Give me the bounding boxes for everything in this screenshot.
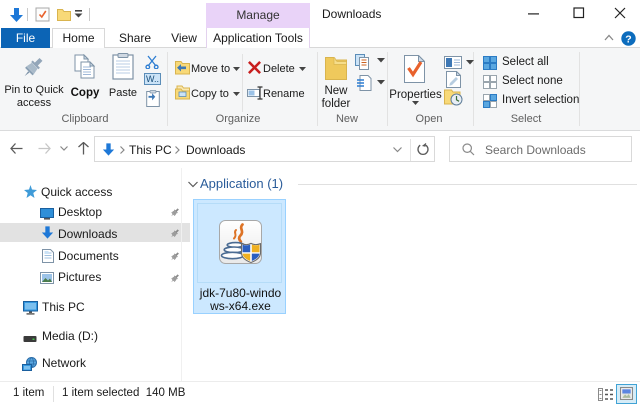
svg-text:?: ? [625,33,631,45]
svg-text:W..: W.. [146,74,159,84]
